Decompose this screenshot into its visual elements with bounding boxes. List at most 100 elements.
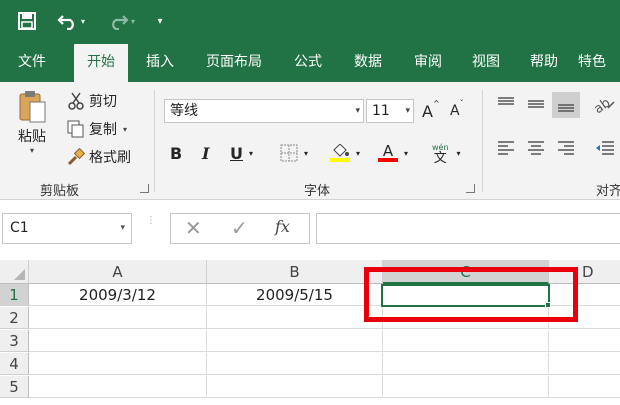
bold-button[interactable]: B (170, 140, 182, 166)
cell-a1[interactable]: 2009/3/12 (29, 284, 207, 306)
italic-button[interactable]: I (202, 140, 209, 166)
orientation-button[interactable]: ab (594, 94, 616, 114)
align-center-button[interactable] (526, 140, 546, 156)
clipboard-icon (17, 90, 47, 124)
column-header-b[interactable]: B (207, 260, 383, 284)
select-all-button[interactable] (0, 260, 29, 284)
enter-icon[interactable]: ✓ (231, 216, 248, 240)
ribbon-home: 粘贴 ▾ 剪切 复制 ▾ 格式刷 剪贴板 等线 ▾ 11 ▾ A ^ Aˇ B I (0, 82, 620, 200)
decrease-indent-button[interactable] (594, 140, 616, 156)
copy-icon (66, 120, 86, 138)
paint-bucket-icon (330, 144, 350, 162)
tab-formulas[interactable]: 公式 (282, 42, 334, 82)
clipboard-group-label: 剪贴板 (40, 184, 80, 199)
font-name-combo[interactable]: 等线 ▾ (164, 99, 364, 123)
align-left-button[interactable] (496, 140, 516, 156)
font-group-label: 字体 (304, 184, 331, 199)
copy-button[interactable]: 复制 ▾ (66, 118, 127, 140)
text-orientation-icon: ab (594, 94, 616, 114)
paintbrush-icon (66, 148, 86, 166)
chevron-down-icon[interactable]: ▾ (123, 125, 127, 134)
align-right-button[interactable] (556, 140, 576, 156)
fill-color-button[interactable]: ▾ (330, 140, 360, 166)
formula-input[interactable] (316, 213, 620, 244)
chevron-down-icon: ▾ (29, 146, 34, 155)
cell-a5[interactable] (29, 376, 207, 398)
cell-c5[interactable] (383, 376, 549, 398)
align-middle-icon (526, 96, 546, 112)
underline-button[interactable]: U ▾ (230, 140, 253, 166)
font-size-combo[interactable]: 11 ▾ (366, 99, 414, 123)
align-bottom-button[interactable] (552, 92, 580, 118)
ribbon-tabs: 文件 开始 插入 页面布局 公式 数据 审阅 视图 帮助 特色 (0, 42, 620, 82)
align-middle-button[interactable] (526, 96, 546, 112)
font-size-value: 11 (372, 103, 390, 119)
tab-home[interactable]: 开始 (74, 44, 128, 82)
cell-d3[interactable] (549, 330, 620, 352)
worksheet-grid: A B C D 1 2 3 4 5 2009/3/12 2009/5/15 (0, 256, 620, 405)
cell-d5[interactable] (549, 376, 620, 398)
save-icon[interactable] (14, 8, 40, 34)
tab-data[interactable]: 数据 (342, 42, 394, 82)
paste-label: 粘贴 (18, 129, 46, 145)
column-header-a[interactable]: A (29, 260, 207, 284)
cell-b2[interactable] (207, 307, 383, 329)
row-header-3[interactable]: 3 (0, 330, 29, 352)
cell-c3[interactable] (383, 330, 549, 352)
tab-view[interactable]: 视图 (460, 42, 512, 82)
shrink-font-button[interactable]: Aˇ (450, 99, 464, 123)
insert-function-icon[interactable]: fx (275, 217, 290, 236)
name-box[interactable]: C1 ▾ (2, 213, 132, 244)
row-header-2[interactable]: 2 (0, 307, 29, 329)
borders-button[interactable]: ▾ (280, 140, 308, 166)
shrink-font-icon: A (450, 103, 460, 119)
cell-a3[interactable] (29, 330, 207, 352)
phonetic-guide-button[interactable]: wén 文 ▾ (432, 138, 461, 168)
alignment-group-label: 对齐 (596, 184, 620, 199)
grow-font-button[interactable]: A ^ (422, 99, 440, 123)
grow-font-icon: A (422, 101, 433, 121)
splitter-dots-icon[interactable]: ⋮ (146, 216, 156, 238)
cell-d4[interactable] (549, 353, 620, 375)
align-top-button[interactable] (496, 96, 516, 112)
cut-button[interactable]: 剪切 (66, 90, 117, 112)
font-color-button[interactable]: A ▾ (378, 140, 408, 166)
undo-icon[interactable]: ▾ (56, 8, 86, 34)
paste-button[interactable]: 粘贴 ▾ (12, 90, 52, 155)
scissors-icon (66, 92, 86, 110)
cell-b1[interactable]: 2009/5/15 (207, 284, 383, 306)
row-header-5[interactable]: 5 (0, 376, 29, 398)
align-top-icon (496, 96, 516, 112)
group-separator (154, 90, 155, 192)
customize-qat-icon[interactable]: ▾ (152, 8, 168, 34)
align-center-icon (526, 140, 546, 156)
underline-label: U (230, 143, 243, 163)
redo-icon[interactable]: ▾ (104, 8, 138, 34)
dialog-launcher-icon[interactable] (466, 184, 475, 193)
chevron-down-icon: ▾ (356, 148, 361, 158)
cell-b5[interactable] (207, 376, 383, 398)
format-painter-button[interactable]: 格式刷 (66, 146, 131, 168)
tab-help[interactable]: 帮助 (518, 42, 570, 82)
group-separator (482, 90, 483, 192)
dialog-launcher-icon[interactable] (140, 184, 149, 193)
cancel-icon[interactable]: ✕ (185, 216, 202, 240)
row-header-1[interactable]: 1 (0, 284, 29, 306)
cell-b4[interactable] (207, 353, 383, 375)
quick-access-toolbar: ▾ ▾ ▾ (0, 0, 620, 42)
cell-c4[interactable] (383, 353, 549, 375)
tab-features[interactable]: 特色 (578, 42, 620, 82)
cut-label: 剪切 (89, 94, 117, 110)
cell-a4[interactable] (29, 353, 207, 375)
cell-a2[interactable] (29, 307, 207, 329)
row-header-4[interactable]: 4 (0, 353, 29, 375)
tab-insert[interactable]: 插入 (134, 42, 186, 82)
name-box-value: C1 (10, 220, 29, 236)
tab-page-layout[interactable]: 页面布局 (194, 42, 274, 82)
tab-review[interactable]: 审阅 (402, 42, 454, 82)
tab-file[interactable]: 文件 (6, 42, 58, 82)
chevron-down-icon: ▾ (405, 106, 410, 116)
highlight-annotation-box (364, 267, 578, 322)
align-left-icon (496, 140, 516, 156)
cell-b3[interactable] (207, 330, 383, 352)
